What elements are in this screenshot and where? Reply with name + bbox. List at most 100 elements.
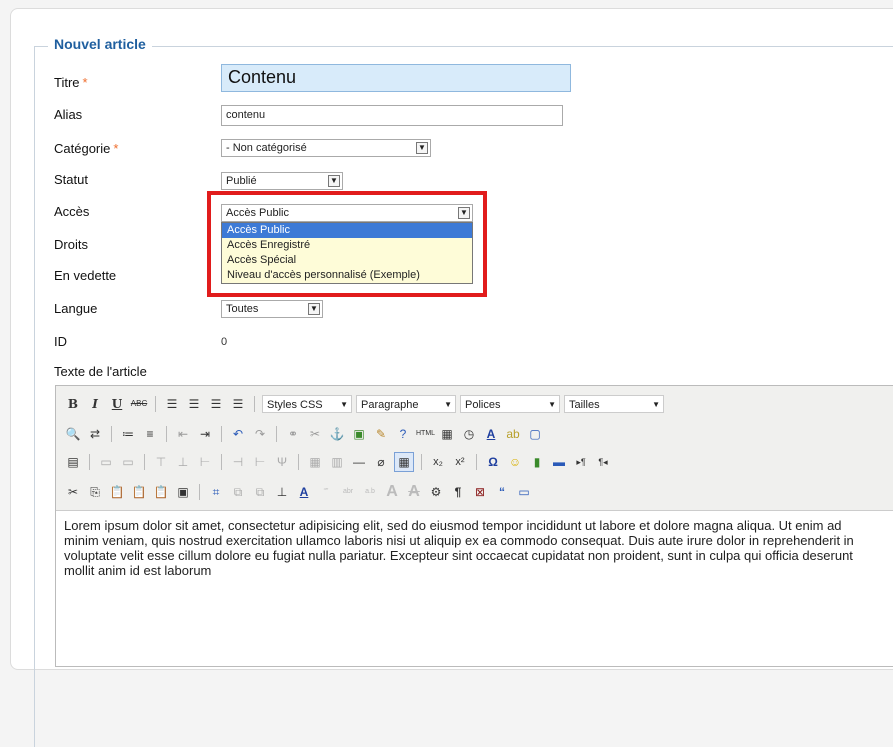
emoticon-icon[interactable]: ☺ [506,453,524,471]
template-icon[interactable]: ▭ [515,483,533,501]
date-icon[interactable]: ▦ [438,425,456,443]
abbr-icon[interactable]: abr [339,483,357,501]
paste-icon[interactable]: 📋 [108,483,126,501]
select-all-icon[interactable]: ▣ [174,483,192,501]
paste-word-icon[interactable]: 📋 [152,483,170,501]
nonbreaking-icon[interactable]: ⊠ [471,483,489,501]
fullscreen-icon[interactable]: ▢ [526,425,544,443]
toolbar-row-1: B I U ABC ☰ ☰ ☰ ☰ Styles CSS ▼ Paragraphe… [64,392,664,416]
styles-select-label: Styles CSS [267,399,323,411]
absolute-position-icon[interactable]: ⊥ [273,483,291,501]
rtl-icon[interactable]: ¶◂ [594,453,612,471]
superscript-icon[interactable]: x² [451,453,469,471]
cut-icon[interactable]: ✂ [64,483,82,501]
find-icon[interactable]: 🔍 [64,425,82,443]
help-icon[interactable]: ? [394,425,412,443]
redo-icon[interactable]: ↷ [251,425,269,443]
styles-select[interactable]: Styles CSS ▼ [262,395,352,413]
toolbar-separator [298,454,299,470]
insert-row-after-icon[interactable]: ⊥ [174,453,192,471]
required-marker: * [82,75,88,90]
toolbar-separator [476,454,477,470]
subscript-icon[interactable]: x₂ [429,453,447,471]
table-icon[interactable]: ▦ [394,452,414,472]
indent-icon[interactable]: ⇥ [196,425,214,443]
align-left-icon[interactable]: ☰ [163,395,181,413]
style-props-icon[interactable]: A [295,483,313,501]
underline-button[interactable]: U [108,395,126,413]
chevron-down-icon: ▼ [416,142,428,154]
chevron-down-icon: ▼ [548,400,556,409]
unlink-icon[interactable]: ✂ [306,425,324,443]
insert-row-before-icon[interactable]: ⊤ [152,453,170,471]
copy-icon[interactable]: ⎘ [86,483,104,501]
align-justify-icon[interactable]: ☰ [229,395,247,413]
strikethrough-button[interactable]: ABC [130,395,148,413]
label-texte: Texte de l'article [54,364,147,379]
highlight-box [207,191,487,297]
language-select[interactable]: Toutes ▼ [221,300,323,318]
merge-cells-icon[interactable]: ▥ [328,453,346,471]
insert-col-before-icon[interactable]: ⊣ [229,453,247,471]
editor-content[interactable]: Lorem ipsum dolor sit amet, consectetur … [64,518,879,578]
blockquote-icon[interactable]: “ [493,483,511,501]
replace-icon[interactable]: ⇄ [86,425,104,443]
label-acces: Accès [54,204,90,219]
sizes-select-label: Tailles [569,399,600,411]
chevron-down-icon: ▼ [340,400,348,409]
bold-button[interactable]: B [64,395,82,413]
numbered-list-icon[interactable]: ≡ [141,425,159,443]
acronym-icon[interactable]: a.b [361,483,379,501]
link-icon[interactable]: ⚭ [284,425,302,443]
media-icon[interactable]: ▮ [528,453,546,471]
delete-row-icon[interactable]: ⊢ [196,453,214,471]
undo-icon[interactable]: ↶ [229,425,247,443]
fieldset-legend: Nouvel article [48,36,152,52]
html-source-icon[interactable]: HTML [416,425,435,443]
special-char-icon[interactable]: Ω [484,453,502,471]
category-select[interactable]: - Non catégorisé ▼ [221,139,431,157]
cite-icon[interactable]: “” [317,483,335,501]
attributes-icon[interactable]: ⚙ [427,483,445,501]
insert-col-after-icon[interactable]: ⊢ [251,453,269,471]
text-color-icon[interactable]: A [482,425,500,443]
time-icon[interactable]: ◷ [460,425,478,443]
label-alias: Alias [54,107,83,122]
outdent-icon[interactable]: ⇤ [174,425,192,443]
toolbar-separator [199,484,200,500]
table-row-props-icon[interactable]: ▭ [97,453,115,471]
align-center-icon[interactable]: ☰ [185,395,203,413]
move-forward-icon[interactable]: ⧉ [229,483,247,501]
remove-format-icon[interactable]: ⌀ [372,453,390,471]
format-select[interactable]: Paragraphe ▼ [356,395,456,413]
insert-layer-box-icon[interactable]: ⌗ [207,483,225,501]
title-input[interactable]: Contenu [221,64,571,92]
fonts-select[interactable]: Polices ▼ [460,395,560,413]
required-marker: * [113,141,119,156]
table-cell-props-icon[interactable]: ▭ [119,453,137,471]
anchor-icon[interactable]: ⚓ [328,425,346,443]
sizes-select[interactable]: Tailles ▼ [564,395,664,413]
paste-text-icon[interactable]: 📋 [130,483,148,501]
italic-button[interactable]: I [86,395,104,413]
ltr-icon[interactable]: ▸¶ [572,453,590,471]
delete-col-icon[interactable]: Ψ [273,453,291,471]
advhr-icon[interactable]: ▬ [550,453,568,471]
status-select[interactable]: Publié ▼ [221,172,343,190]
toolbar-row-3: ▤ ▭ ▭ ⊤ ⊥ ⊢ ⊣ ⊢ Ψ ▦ ▥ — ⌀ ▦ x₂ x² Ω ☺ ▮ … [64,450,612,474]
horizontal-rule-icon[interactable]: — [350,453,368,471]
align-right-icon[interactable]: ☰ [207,395,225,413]
deletion-icon[interactable]: A [405,483,423,501]
toolbar-separator [89,454,90,470]
visual-chars-icon[interactable]: ¶ [449,483,467,501]
bullet-list-icon[interactable]: ≔ [119,425,137,443]
insert-layer-icon[interactable]: ▤ [64,453,82,471]
move-backward-icon[interactable]: ⧉ [251,483,269,501]
insertion-icon[interactable]: A [383,483,401,501]
split-cells-icon[interactable]: ▦ [306,453,324,471]
editor-toolbar: B I U ABC ☰ ☰ ☰ ☰ Styles CSS ▼ Paragraphe… [56,386,893,511]
alias-input[interactable]: contenu [221,105,563,126]
image-icon[interactable]: ▣ [350,425,368,443]
cleanup-icon[interactable]: ✎ [372,425,390,443]
highlight-color-icon[interactable]: ab [504,425,522,443]
